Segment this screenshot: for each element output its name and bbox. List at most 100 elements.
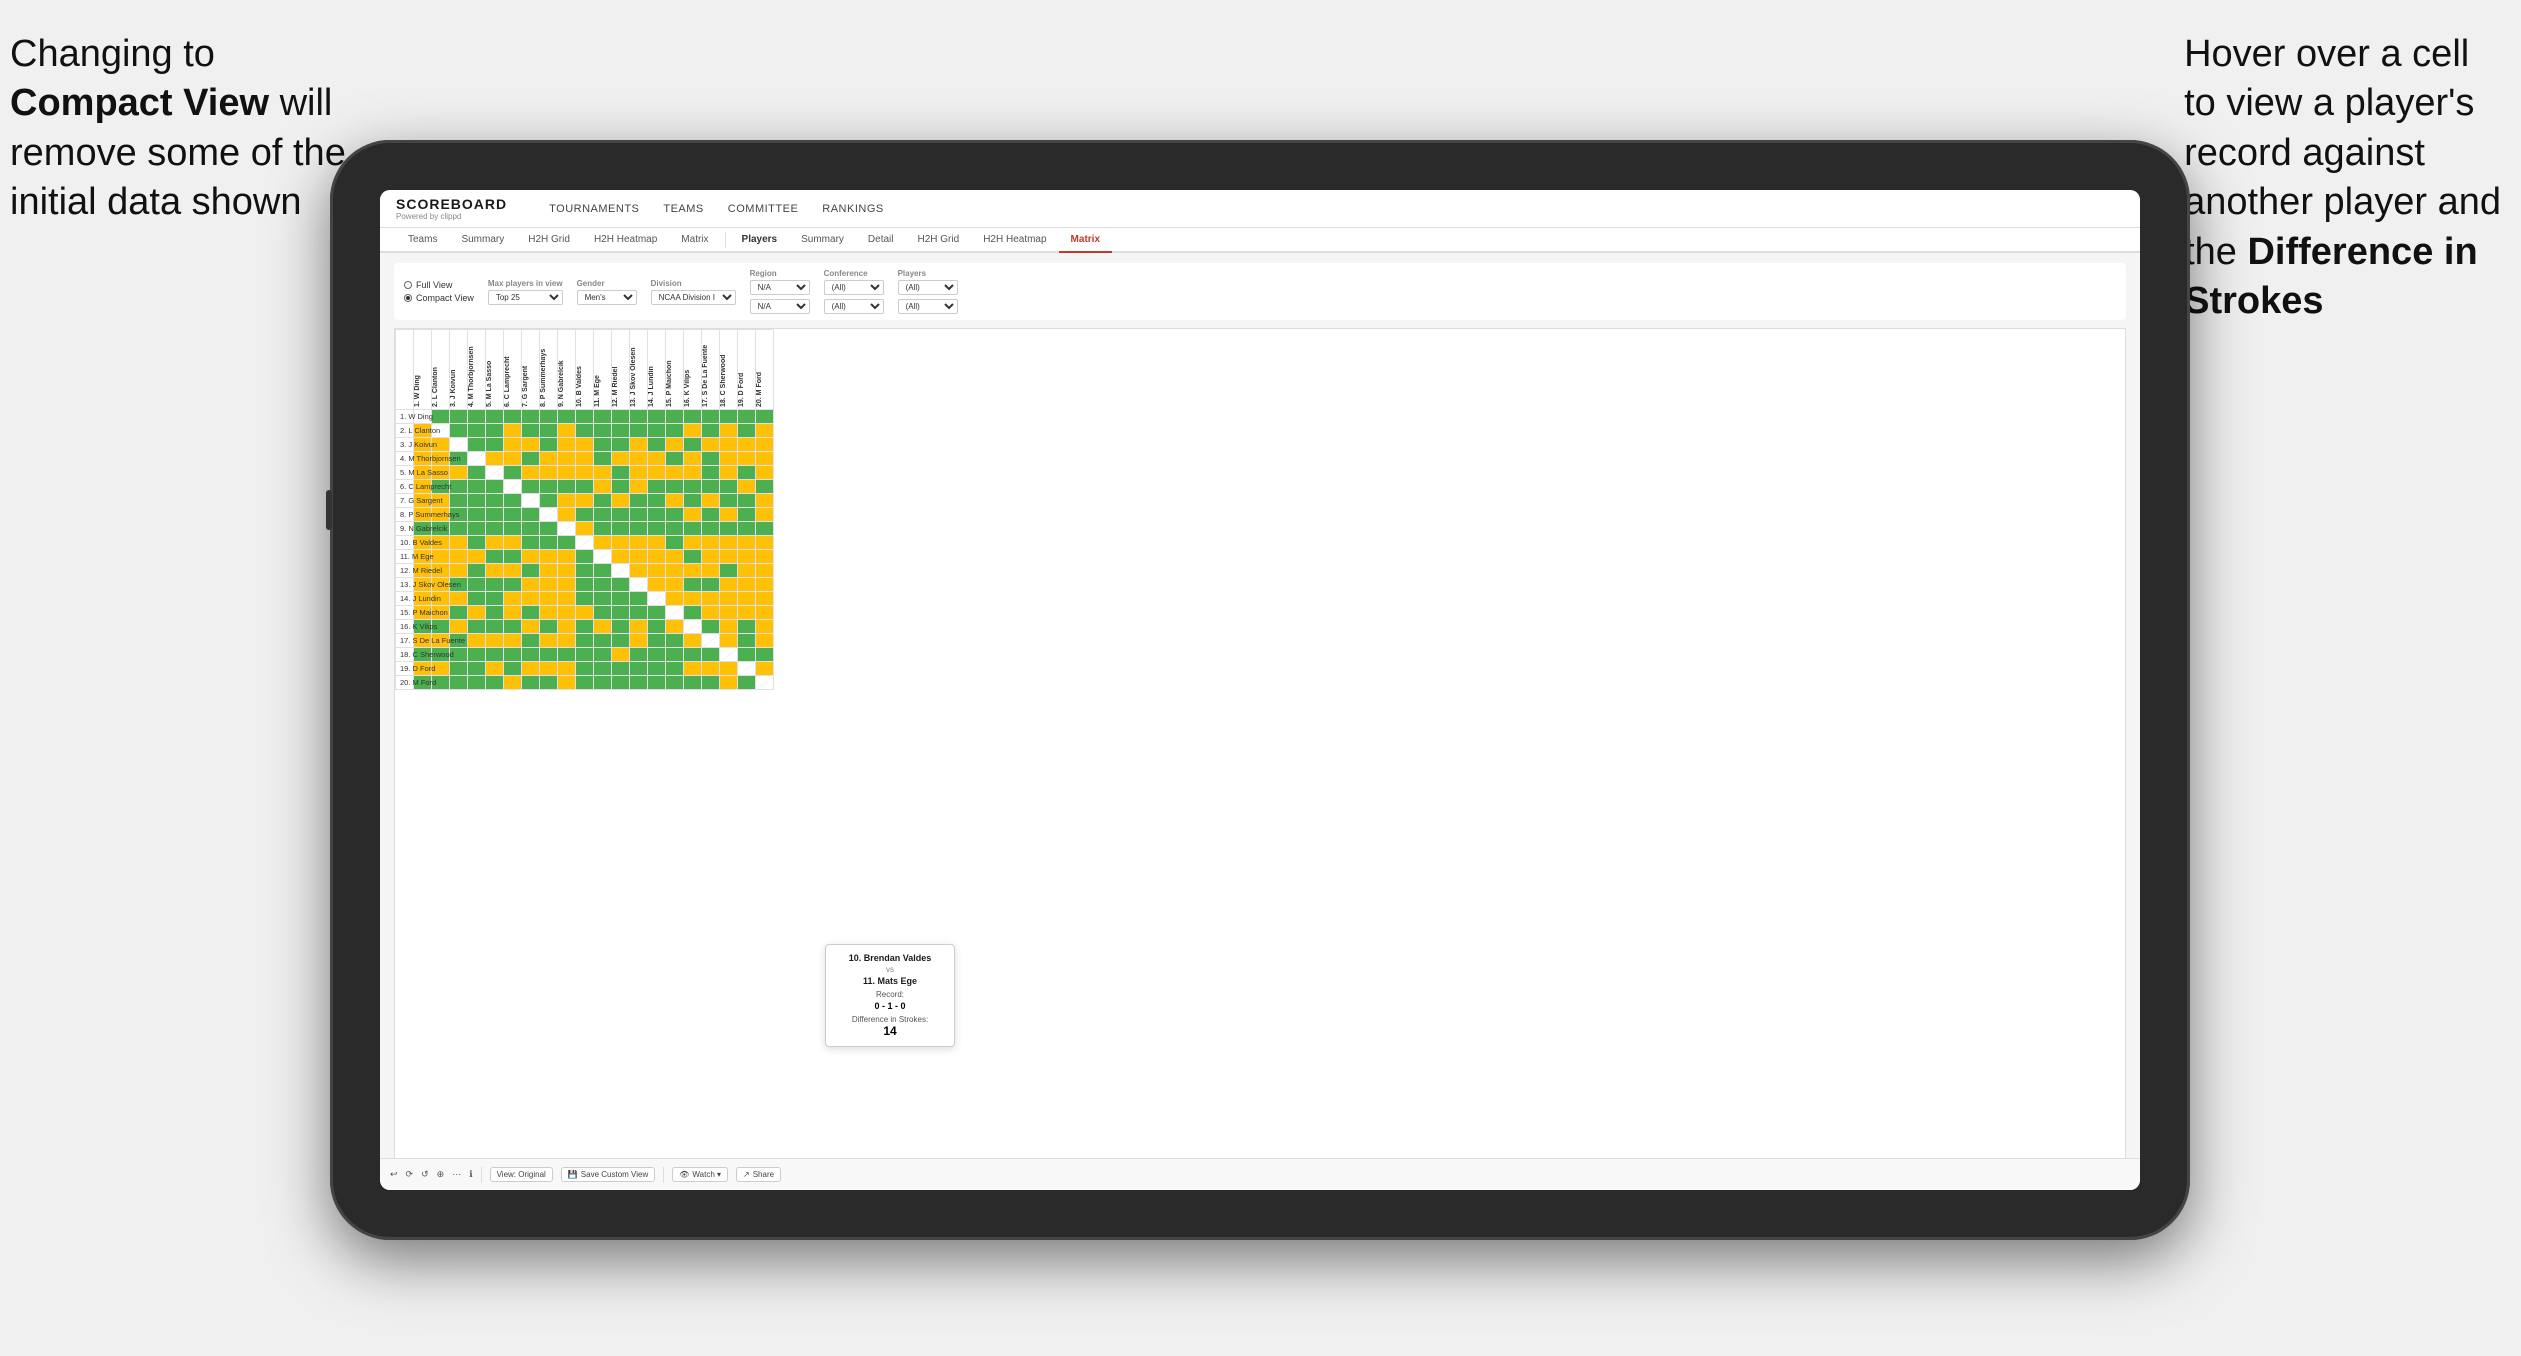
matrix-cell-1-7[interactable] xyxy=(540,424,558,438)
matrix-cell-4-15[interactable] xyxy=(684,466,702,480)
matrix-cell-13-5[interactable] xyxy=(504,592,522,606)
matrix-cell-16-4[interactable] xyxy=(486,634,504,648)
matrix-cell-1-19[interactable] xyxy=(756,424,774,438)
matrix-cell-16-12[interactable] xyxy=(630,634,648,648)
matrix-cell-19-16[interactable] xyxy=(702,676,720,690)
matrix-cell-2-5[interactable] xyxy=(504,438,522,452)
matrix-cell-11-18[interactable] xyxy=(738,564,756,578)
matrix-cell-15-17[interactable] xyxy=(720,620,738,634)
matrix-cell-16-18[interactable] xyxy=(738,634,756,648)
matrix-cell-16-11[interactable] xyxy=(612,634,630,648)
matrix-cell-18-3[interactable] xyxy=(468,662,486,676)
matrix-cell-6-19[interactable] xyxy=(756,494,774,508)
matrix-cell-1-6[interactable] xyxy=(522,424,540,438)
matrix-cell-1-5[interactable] xyxy=(504,424,522,438)
matrix-cell-18-10[interactable] xyxy=(594,662,612,676)
matrix-cell-4-8[interactable] xyxy=(558,466,576,480)
matrix-cell-5-17[interactable] xyxy=(720,480,738,494)
matrix-cell-14-2[interactable] xyxy=(450,606,468,620)
conference-select-2[interactable]: (All) xyxy=(824,299,884,314)
matrix-cell-17-8[interactable] xyxy=(558,648,576,662)
save-custom-btn[interactable]: 💾 Save Custom View xyxy=(561,1167,655,1182)
undo-icon[interactable]: ↩ xyxy=(390,1169,398,1180)
matrix-cell-12-16[interactable] xyxy=(702,578,720,592)
division-select[interactable]: NCAA Division I xyxy=(651,290,736,305)
matrix-cell-0-16[interactable] xyxy=(702,410,720,424)
matrix-cell-6-5[interactable] xyxy=(504,494,522,508)
matrix-cell-7-15[interactable] xyxy=(684,508,702,522)
matrix-cell-9-2[interactable] xyxy=(450,536,468,550)
matrix-cell-18-5[interactable] xyxy=(504,662,522,676)
players-select-1[interactable]: (All) xyxy=(898,280,958,295)
matrix-cell-12-12[interactable] xyxy=(630,578,648,592)
matrix-cell-3-19[interactable] xyxy=(756,452,774,466)
matrix-cell-3-4[interactable] xyxy=(486,452,504,466)
matrix-cell-6-10[interactable] xyxy=(594,494,612,508)
matrix-cell-4-16[interactable] xyxy=(702,466,720,480)
matrix-cell-2-15[interactable] xyxy=(684,438,702,452)
matrix-cell-10-8[interactable] xyxy=(558,550,576,564)
matrix-cell-19-8[interactable] xyxy=(558,676,576,690)
matrix-cell-4-5[interactable] xyxy=(504,466,522,480)
matrix-cell-3-3[interactable] xyxy=(468,452,486,466)
matrix-cell-5-9[interactable] xyxy=(576,480,594,494)
matrix-cell-13-15[interactable] xyxy=(684,592,702,606)
matrix-cell-15-4[interactable] xyxy=(486,620,504,634)
matrix-cell-16-7[interactable] xyxy=(540,634,558,648)
region-select-1[interactable]: N/A xyxy=(750,280,810,295)
matrix-cell-17-10[interactable] xyxy=(594,648,612,662)
matrix-cell-10-9[interactable] xyxy=(576,550,594,564)
matrix-cell-0-14[interactable] xyxy=(666,410,684,424)
matrix-cell-3-11[interactable] xyxy=(612,452,630,466)
matrix-cell-0-13[interactable] xyxy=(648,410,666,424)
matrix-cell-2-3[interactable] xyxy=(468,438,486,452)
matrix-cell-19-9[interactable] xyxy=(576,676,594,690)
matrix-cell-2-19[interactable] xyxy=(756,438,774,452)
more-icon[interactable]: ⋯ xyxy=(452,1169,461,1180)
matrix-cell-16-15[interactable] xyxy=(684,634,702,648)
matrix-cell-16-10[interactable] xyxy=(594,634,612,648)
matrix-cell-7-11[interactable] xyxy=(612,508,630,522)
radio-full-view[interactable]: Full View xyxy=(404,280,474,290)
matrix-cell-3-15[interactable] xyxy=(684,452,702,466)
matrix-cell-14-7[interactable] xyxy=(540,606,558,620)
matrix-cell-13-19[interactable] xyxy=(756,592,774,606)
matrix-cell-7-19[interactable] xyxy=(756,508,774,522)
matrix-cell-8-10[interactable] xyxy=(594,522,612,536)
matrix-cell-11-7[interactable] xyxy=(540,564,558,578)
matrix-cell-15-14[interactable] xyxy=(666,620,684,634)
matrix-cell-10-13[interactable] xyxy=(648,550,666,564)
matrix-cell-15-7[interactable] xyxy=(540,620,558,634)
matrix-cell-1-16[interactable] xyxy=(702,424,720,438)
matrix-cell-19-5[interactable] xyxy=(504,676,522,690)
matrix-cell-17-5[interactable] xyxy=(504,648,522,662)
matrix-cell-4-13[interactable] xyxy=(648,466,666,480)
matrix-cell-9-10[interactable] xyxy=(594,536,612,550)
matrix-cell-0-9[interactable] xyxy=(576,410,594,424)
matrix-cell-5-8[interactable] xyxy=(558,480,576,494)
matrix-cell-8-19[interactable] xyxy=(756,522,774,536)
matrix-cell-0-11[interactable] xyxy=(612,410,630,424)
matrix-cell-13-17[interactable] xyxy=(720,592,738,606)
matrix-cell-15-10[interactable] xyxy=(594,620,612,634)
matrix-cell-14-5[interactable] xyxy=(504,606,522,620)
matrix-cell-4-4[interactable] xyxy=(486,466,504,480)
matrix-cell-12-5[interactable] xyxy=(504,578,522,592)
matrix-cell-3-17[interactable] xyxy=(720,452,738,466)
matrix-cell-14-11[interactable] xyxy=(612,606,630,620)
matrix-cell-3-10[interactable] xyxy=(594,452,612,466)
matrix-cell-5-12[interactable] xyxy=(630,480,648,494)
matrix-cell-11-4[interactable] xyxy=(486,564,504,578)
matrix-cell-15-15[interactable] xyxy=(684,620,702,634)
matrix-cell-8-4[interactable] xyxy=(486,522,504,536)
matrix-cell-8-16[interactable] xyxy=(702,522,720,536)
matrix-cell-11-9[interactable] xyxy=(576,564,594,578)
matrix-cell-11-19[interactable] xyxy=(756,564,774,578)
matrix-cell-7-14[interactable] xyxy=(666,508,684,522)
matrix-cell-3-5[interactable] xyxy=(504,452,522,466)
matrix-cell-9-7[interactable] xyxy=(540,536,558,550)
tab-teams[interactable]: Teams xyxy=(396,228,449,253)
matrix-cell-10-18[interactable] xyxy=(738,550,756,564)
matrix-cell-0-18[interactable] xyxy=(738,410,756,424)
matrix-cell-10-6[interactable] xyxy=(522,550,540,564)
